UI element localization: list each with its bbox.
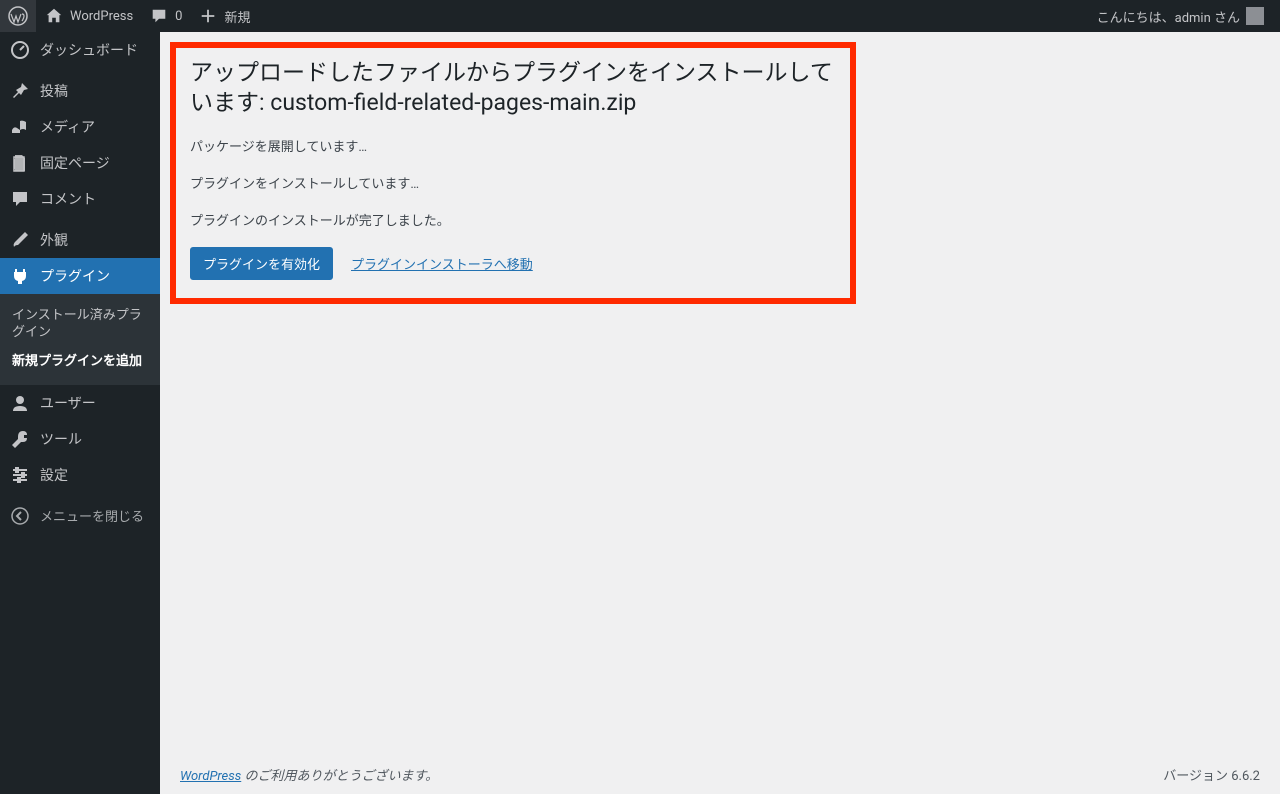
- wrench-icon: [10, 429, 30, 449]
- sidebar-item-tools[interactable]: ツール: [0, 421, 160, 457]
- page-icon: [10, 153, 30, 173]
- account-menu[interactable]: こんにちは、admin さん: [1089, 0, 1272, 32]
- sidebar-item-posts[interactable]: 投稿: [0, 73, 160, 109]
- status-complete: プラグインのインストールが完了しました。: [190, 210, 836, 229]
- collapse-icon: [10, 506, 30, 526]
- admin-sidebar: ダッシュボード 投稿 メディア 固定ページ コメント 外観 プラ: [0, 32, 160, 794]
- media-icon: [10, 117, 30, 137]
- avatar: [1246, 7, 1264, 25]
- sidebar-item-plugins[interactable]: プラグイン: [0, 258, 160, 294]
- sidebar-item-pages[interactable]: 固定ページ: [0, 145, 160, 181]
- return-to-installer-link[interactable]: プラグインインストーラへ移動: [351, 254, 533, 273]
- admin-footer: WordPress のご利用ありがとうございます。 バージョン 6.6.2: [160, 754, 1280, 794]
- footer-wp-link[interactable]: WordPress: [180, 769, 241, 784]
- sidebar-item-label: メディア: [40, 117, 95, 137]
- comments-menu[interactable]: 0: [141, 0, 190, 32]
- site-name-menu[interactable]: WordPress: [36, 0, 141, 32]
- sidebar-item-users[interactable]: ユーザー: [0, 385, 160, 421]
- main-content: アップロードしたファイルからプラグインをインストールしています: custom-…: [160, 32, 1280, 754]
- activate-plugin-button[interactable]: プラグインを有効化: [190, 247, 333, 280]
- sidebar-item-settings[interactable]: 設定: [0, 457, 160, 493]
- sidebar-item-comments[interactable]: コメント: [0, 181, 160, 217]
- sidebar-item-label: 投稿: [40, 81, 68, 101]
- sidebar-item-label: ダッシュボード: [40, 40, 138, 60]
- sidebar-item-label: 固定ページ: [40, 153, 110, 173]
- sidebar-item-appearance[interactable]: 外観: [0, 222, 160, 258]
- sliders-icon: [10, 465, 30, 485]
- sidebar-item-dashboard[interactable]: ダッシュボード: [0, 32, 160, 68]
- footer-thanks: WordPress のご利用ありがとうございます。: [180, 765, 438, 784]
- brush-icon: [10, 230, 30, 250]
- footer-thanks-text: のご利用ありがとうございます。: [241, 769, 438, 784]
- comments-count: 0: [175, 9, 182, 24]
- collapse-label: メニューを閉じる: [40, 506, 144, 525]
- sidebar-item-label: プラグイン: [40, 266, 110, 286]
- submenu-add-new-plugin[interactable]: 新規プラグインを追加: [0, 348, 160, 377]
- page-title: アップロードしたファイルからプラグインをインストールしています: custom-…: [190, 58, 836, 118]
- install-status-panel: アップロードしたファイルからプラグインをインストールしています: custom-…: [170, 42, 856, 304]
- new-label: 新規: [224, 7, 250, 26]
- new-content-menu[interactable]: 新規: [190, 0, 258, 32]
- collapse-menu-button[interactable]: メニューを閉じる: [0, 498, 160, 534]
- pin-icon: [10, 81, 30, 101]
- admin-toolbar: WordPress 0 新規 こんにちは、admin さん: [0, 0, 1280, 32]
- comment-icon: [10, 189, 30, 209]
- sidebar-item-label: コメント: [40, 189, 96, 209]
- wordpress-logo-icon: [8, 6, 28, 26]
- plugin-icon: [10, 266, 30, 286]
- comment-icon: [149, 6, 169, 26]
- status-installing: プラグインをインストールしています…: [190, 173, 836, 192]
- submenu-installed-plugins[interactable]: インストール済みプラグイン: [0, 302, 160, 348]
- sidebar-item-label: ツール: [40, 429, 82, 449]
- plugins-submenu: インストール済みプラグイン 新規プラグインを追加: [0, 294, 160, 385]
- user-icon: [10, 393, 30, 413]
- home-icon: [44, 6, 64, 26]
- wp-logo-menu[interactable]: [0, 0, 36, 32]
- sidebar-item-label: 設定: [40, 465, 68, 485]
- sidebar-item-media[interactable]: メディア: [0, 109, 160, 145]
- footer-version: バージョン 6.6.2: [1163, 765, 1260, 784]
- sidebar-item-label: 外観: [40, 230, 68, 250]
- site-name-label: WordPress: [70, 9, 133, 24]
- plus-icon: [198, 6, 218, 26]
- greeting-text: こんにちは、admin さん: [1097, 7, 1240, 26]
- sidebar-item-label: ユーザー: [40, 393, 96, 413]
- status-unpacking: パッケージを展開しています…: [190, 136, 836, 155]
- dashboard-icon: [10, 40, 30, 60]
